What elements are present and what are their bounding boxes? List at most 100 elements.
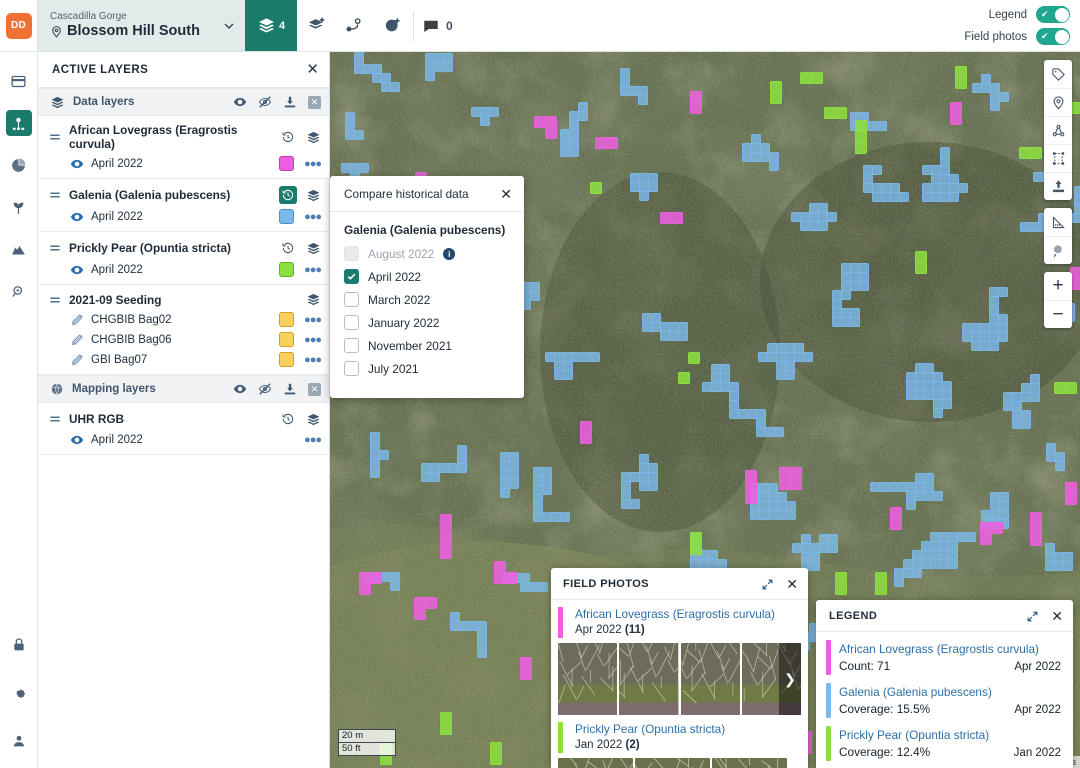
compare-option[interactable]: March 2022 [344, 292, 510, 307]
detection-polygon-galenia[interactable] [509, 479, 519, 489]
more-options-icon[interactable]: ●●● [304, 211, 322, 223]
add-site-icon[interactable] [373, 0, 411, 52]
detection-polygon-galenia[interactable] [792, 543, 802, 553]
detection-polygon-galenia[interactable] [791, 212, 801, 222]
color-swatch[interactable] [279, 262, 295, 277]
upload-icon[interactable] [1044, 172, 1072, 200]
drag-handle-icon[interactable] [48, 130, 62, 144]
detection-polygon-lovegrass[interactable] [359, 583, 371, 595]
compare-option[interactable]: April 2022 [344, 269, 510, 284]
detection-polygon-pear[interactable] [690, 543, 702, 555]
detection-polygon-galenia[interactable] [648, 481, 658, 491]
detection-polygon-galenia[interactable] [1021, 410, 1031, 420]
detection-polygon-galenia[interactable] [530, 291, 540, 301]
detection-polygon-galenia[interactable] [828, 543, 838, 553]
history-compare-icon[interactable] [279, 239, 297, 257]
detection-polygon-galenia[interactable] [801, 534, 811, 544]
detection-polygon-galenia[interactable] [827, 212, 837, 222]
map-tool-group-primary[interactable] [1044, 60, 1072, 200]
compare-option[interactable]: July 2021 [344, 361, 510, 376]
detection-polygon-galenia[interactable] [942, 399, 952, 409]
detection-polygon-galenia[interactable] [563, 370, 573, 380]
detection-polygon-galenia[interactable] [520, 573, 530, 583]
detection-polygon-lovegrass[interactable] [494, 572, 506, 584]
checkbox[interactable] [344, 269, 359, 284]
detection-polygon-galenia[interactable] [648, 463, 658, 473]
detection-polygon-galenia[interactable] [899, 192, 909, 202]
detection-polygon-galenia[interactable] [931, 165, 941, 175]
close-icon[interactable]: ✕ [786, 577, 798, 591]
detection-polygon-pear[interactable] [855, 120, 867, 132]
detection-polygon-pear[interactable] [1054, 382, 1066, 394]
detection-polygon-lovegrass[interactable] [520, 668, 532, 680]
detection-polygon-galenia[interactable] [354, 64, 364, 74]
detection-polygon-galenia[interactable] [777, 501, 787, 511]
detection-polygon-galenia[interactable] [998, 323, 1008, 333]
detection-polygon-lovegrass[interactable] [425, 597, 437, 609]
detection-polygon-galenia[interactable] [381, 572, 391, 582]
detection-polygon-galenia[interactable] [767, 352, 777, 362]
eye-icon[interactable] [233, 95, 247, 109]
detection-polygon-galenia[interactable] [801, 543, 811, 553]
detection-polygon-galenia[interactable] [989, 341, 999, 351]
layer-row[interactable]: African Lovegrass (Eragrostis curvula) Ap… [38, 116, 329, 179]
zoom-controls[interactable]: + − [1044, 272, 1072, 328]
detection-polygon-galenia[interactable] [545, 352, 555, 362]
detection-polygon-galenia[interactable] [930, 559, 940, 569]
field-photo-thumbnail[interactable] [558, 643, 618, 715]
detection-polygon-lovegrass[interactable] [950, 113, 962, 125]
detection-polygon-lovegrass[interactable] [580, 432, 592, 444]
checkbox[interactable] [344, 361, 359, 376]
detection-polygon-galenia[interactable] [1046, 443, 1056, 453]
field-photo-species[interactable]: African Lovegrass (Eragrostis curvula) [575, 607, 808, 622]
detection-polygon-galenia[interactable] [768, 483, 778, 493]
add-layer-icon[interactable] [297, 0, 335, 52]
detection-polygon-galenia[interactable] [1055, 461, 1065, 471]
detection-polygon-lovegrass[interactable] [494, 561, 506, 573]
detection-polygon-galenia[interactable] [776, 343, 786, 353]
detection-polygon-galenia[interactable] [569, 129, 579, 139]
detection-polygon-galenia[interactable] [630, 499, 640, 509]
detection-polygon-pear[interactable] [835, 583, 847, 595]
detection-polygon-galenia[interactable] [924, 482, 934, 492]
detection-polygon-galenia[interactable] [1046, 452, 1056, 462]
detection-polygon-pear[interactable] [770, 92, 782, 104]
detection-polygon-lovegrass[interactable] [545, 116, 557, 128]
field-photo-thumbnail[interactable] [680, 643, 740, 715]
layer-sub-row[interactable]: April 2022 ●●● [48, 262, 322, 277]
detection-polygon-galenia[interactable] [774, 427, 784, 437]
detection-polygon-galenia[interactable] [489, 107, 499, 117]
detection-polygon-pear[interactable] [1030, 147, 1042, 159]
detection-polygon-galenia[interactable] [939, 559, 949, 569]
detection-polygon-galenia[interactable] [786, 510, 796, 520]
detection-polygon-galenia[interactable] [642, 322, 652, 332]
detection-polygon-galenia[interactable] [940, 192, 950, 202]
detection-polygon-galenia[interactable] [1074, 204, 1080, 214]
detection-polygon-galenia[interactable] [981, 74, 991, 84]
detection-polygon-galenia[interactable] [533, 512, 543, 522]
detection-polygon-galenia[interactable] [751, 152, 761, 162]
detection-polygon-galenia[interactable] [471, 107, 481, 117]
field-photo-thumbnail[interactable] [558, 758, 633, 768]
pin-icon[interactable] [1044, 88, 1072, 116]
detection-polygon-galenia[interactable] [542, 485, 552, 495]
history-compare-icon[interactable] [279, 410, 297, 428]
layer-sub-row[interactable]: April 2022 ●●● [48, 209, 322, 224]
history-compare-icon[interactable] [279, 128, 297, 146]
detection-polygon-galenia[interactable] [421, 472, 431, 482]
detection-polygon-lovegrass[interactable] [370, 572, 382, 584]
detection-polygon-galenia[interactable] [832, 299, 842, 309]
detection-polygon-galenia[interactable] [1030, 374, 1040, 384]
close-box-icon[interactable]: ✕ [308, 95, 321, 109]
detection-polygon-pear[interactable] [915, 262, 927, 274]
eye-slash-icon[interactable] [258, 382, 272, 396]
detection-polygon-lovegrass[interactable] [745, 492, 757, 504]
expand-icon[interactable] [761, 578, 774, 591]
more-options-icon[interactable]: ●●● [304, 158, 322, 170]
detection-polygon-galenia[interactable] [533, 503, 543, 513]
detection-polygon-lovegrass[interactable] [534, 116, 546, 128]
detection-polygon-galenia[interactable] [990, 101, 1000, 111]
detection-polygon-pear[interactable] [688, 352, 700, 364]
drag-handle-icon[interactable] [48, 188, 62, 202]
layer-style-icon[interactable] [306, 241, 321, 256]
